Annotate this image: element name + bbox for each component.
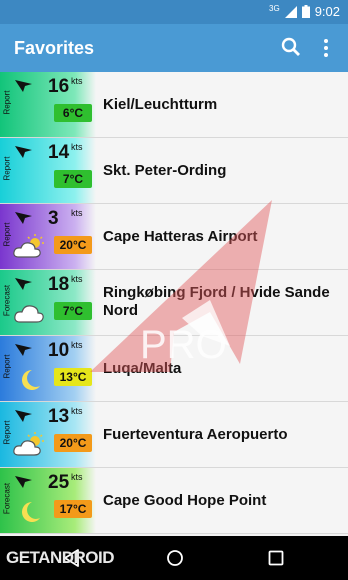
wind-direction-arrow-icon (15, 410, 32, 422)
wind-speed: 3 (48, 208, 59, 229)
getandroid-overlay: GETANDROID (6, 548, 115, 567)
wind-direction-arrow-icon (15, 344, 32, 356)
data-type-label: Report (2, 222, 12, 247)
temperature-badge: 6°C (54, 104, 92, 122)
station-tile: Forecast 25 kts 17°C (0, 468, 96, 533)
station-tile: Report 13 kts 20°C (0, 402, 96, 467)
wind-speed: 18 (48, 274, 70, 295)
station-tile: Forecast 18 kts 7°C (0, 270, 96, 335)
wind-unit: kts (71, 76, 83, 86)
data-type-label: Report (2, 420, 12, 445)
recent-apps-icon[interactable] (268, 550, 284, 566)
data-type-label: Report (2, 156, 12, 181)
data-type-label: Report (2, 354, 12, 379)
data-type-label: Forecast (2, 284, 12, 317)
status-time: 9:02 (314, 4, 340, 19)
search-icon[interactable] (280, 36, 302, 58)
page-title: Favorites (14, 38, 95, 58)
station-name: Skt. Peter-Ording (103, 162, 227, 179)
cloud-icon (14, 305, 44, 323)
temperature-badge: 20°C (54, 434, 92, 452)
temperature-badge: 13°C (54, 368, 92, 386)
app-bar: Favorites (0, 24, 348, 72)
partly-cloudy-icon (13, 234, 44, 258)
favorite-row[interactable]: Report 13 kts 20°C Fuerteventura Aeropuerto (0, 402, 348, 468)
wind-speed: 13 (48, 406, 70, 427)
signal-icon (284, 5, 297, 18)
temperature-badge: 7°C (54, 302, 92, 320)
battery-icon (301, 5, 310, 18)
wind-direction-arrow-icon (15, 278, 32, 290)
wind-speed: 10 (48, 340, 70, 361)
wind-speed: 25 (48, 472, 70, 493)
wind-unit: kts (71, 208, 83, 218)
temperature-badge: 20°C (54, 236, 92, 254)
favorite-row[interactable]: Report 14 kts 7°C Skt. Peter-Ording (0, 138, 348, 204)
wind-direction-arrow-icon (15, 476, 32, 488)
station-tile: Report 3 kts 20°C (0, 204, 96, 269)
partly-cloudy-icon (13, 432, 44, 456)
home-icon[interactable] (166, 549, 184, 567)
status-bar: 3G 9:02 (0, 0, 348, 24)
wind-speed: 14 (48, 142, 70, 163)
wind-direction-arrow-icon (15, 80, 32, 92)
network-type: 3G (269, 4, 280, 13)
favorite-row[interactable]: Report 16 kts 6°C Kiel/Leuchtturm (0, 72, 348, 138)
station-tile: Report 16 kts 6°C (0, 72, 96, 137)
moon-icon (22, 370, 40, 390)
station-name: Cape Good Hope Point (103, 492, 267, 509)
data-type-label: Report (2, 90, 12, 115)
wind-direction-arrow-icon (15, 212, 32, 224)
wind-direction-arrow-icon (15, 146, 32, 158)
data-type-label: Forecast (2, 482, 12, 515)
station-name: Fuerteventura Aeropuerto (103, 426, 288, 443)
temperature-badge: 7°C (54, 170, 92, 188)
wind-speed: 16 (48, 76, 70, 97)
overflow-menu-icon[interactable] (318, 36, 334, 60)
watermark-text: PRO (140, 323, 227, 367)
station-name: Kiel/Leuchtturm (103, 96, 218, 113)
wind-unit: kts (71, 472, 83, 482)
wind-unit: kts (71, 142, 83, 152)
station-tile: Report 14 kts 7°C (0, 138, 96, 203)
pro-watermark-logo: PRO (90, 200, 272, 372)
wind-unit: kts (71, 406, 83, 416)
station-tile: Report 10 kts 13°C (0, 336, 96, 401)
wind-unit: kts (71, 274, 83, 284)
moon-icon (22, 502, 40, 522)
temperature-badge: 17°C (54, 500, 92, 518)
favorite-row[interactable]: Forecast 25 kts 17°C Cape Good Hope Point (0, 468, 348, 534)
wind-unit: kts (71, 340, 83, 350)
